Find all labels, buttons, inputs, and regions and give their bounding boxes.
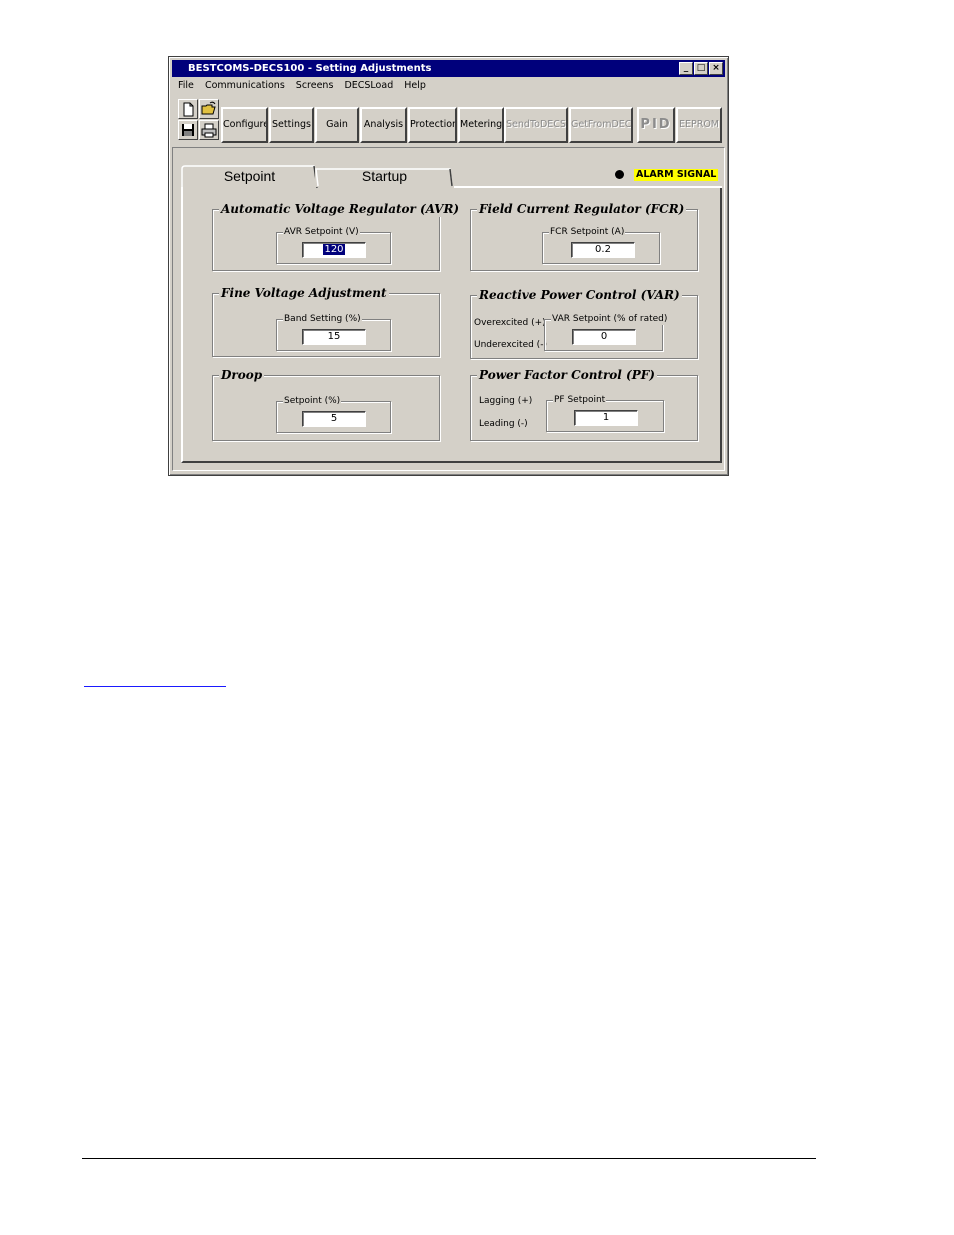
new-file-button[interactable] xyxy=(178,99,198,119)
menu-help[interactable]: Help xyxy=(404,80,426,91)
avr-group: Automatic Voltage Regulator (AVR) AVR Se… xyxy=(212,201,462,271)
menu-communications[interactable]: Communications xyxy=(205,80,285,91)
close-button[interactable]: × xyxy=(709,62,723,75)
setting-adjustments-window: BESTCOMS-DECS100 - Setting Adjustments _… xyxy=(168,56,729,476)
avr-setpoint-label: AVR Setpoint (V) xyxy=(283,226,360,238)
send-to-decs-button[interactable]: SendToDECS xyxy=(504,107,568,143)
pf-setpoint-label: PF Setpoint xyxy=(553,394,607,406)
fcr-setpoint-input[interactable]: 0.2 xyxy=(571,242,635,258)
new-file-icon xyxy=(183,102,194,117)
pf-setpoint-input[interactable]: 1 xyxy=(574,410,638,426)
fcr-group: Field Current Regulator (FCR) FCR Setpoi… xyxy=(470,201,698,271)
hyperlink-underline[interactable] xyxy=(84,686,226,687)
toolbar: Configure Settings Gain Analysis Protect… xyxy=(172,97,725,143)
tab-startup[interactable]: Startup xyxy=(315,167,454,187)
metering-button[interactable]: Metering xyxy=(458,107,504,143)
alarm-signal-label: ALARM SIGNAL xyxy=(634,169,719,181)
avr-group-title: Automatic Voltage Regulator (AVR) xyxy=(219,201,462,217)
var-setpoint-input[interactable]: 0 xyxy=(572,329,636,345)
protection-button[interactable]: Protection xyxy=(408,107,457,143)
window-title: BESTCOMS-DECS100 - Setting Adjustments xyxy=(188,63,432,74)
avr-setpoint-input[interactable]: 120 xyxy=(302,242,366,258)
avr-setpoint-box: AVR Setpoint (V) 120 xyxy=(276,226,391,264)
pf-group: Power Factor Control (PF) Lagging (+) Le… xyxy=(470,367,698,441)
leading-label: Leading (-) xyxy=(479,419,528,429)
droop-setpoint-label: Setpoint (%) xyxy=(283,395,342,407)
tab-startup-label: Startup xyxy=(361,168,408,184)
droop-group-title: Droop xyxy=(219,367,265,383)
droop-setpoint-box: Setpoint (%) 5 xyxy=(276,395,391,433)
save-button[interactable] xyxy=(178,120,198,140)
fcr-group-title: Field Current Regulator (FCR) xyxy=(477,201,687,217)
tab-setpoint[interactable]: Setpoint xyxy=(181,165,318,189)
open-file-button[interactable] xyxy=(199,99,219,119)
overexcited-label: Overexcited (+) xyxy=(474,318,546,328)
fcr-setpoint-label: FCR Setpoint (A) xyxy=(549,226,626,238)
menu-decsload[interactable]: DECSLoad xyxy=(344,80,393,91)
minimize-button[interactable]: _ xyxy=(679,62,693,75)
save-disk-icon xyxy=(182,124,194,136)
tab-setpoint-label: Setpoint xyxy=(223,168,276,184)
band-setting-box: Band Setting (%) 15 xyxy=(276,313,391,351)
var-setpoint-label: VAR Setpoint (% of rated) xyxy=(551,313,669,325)
droop-group: Droop Setpoint (%) 5 xyxy=(212,367,440,441)
var-group: Reactive Power Control (VAR) Overexcited… xyxy=(470,287,698,359)
pid-button[interactable]: PID xyxy=(637,107,675,143)
band-setting-input[interactable]: 15 xyxy=(302,329,366,345)
footer-rule xyxy=(82,1158,816,1159)
pf-setpoint-box: PF Setpoint 1 xyxy=(546,394,664,432)
droop-setpoint-input[interactable]: 5 xyxy=(302,411,366,427)
tab-page-top-edge xyxy=(454,186,722,188)
get-from-decs-button[interactable]: GetFromDECS xyxy=(569,107,633,143)
var-group-title: Reactive Power Control (VAR) xyxy=(477,287,682,303)
open-folder-icon xyxy=(201,101,216,115)
settings-button[interactable]: Settings xyxy=(269,107,314,143)
lagging-label: Lagging (+) xyxy=(479,396,533,406)
menu-file[interactable]: File xyxy=(178,80,194,91)
analysis-button[interactable]: Analysis xyxy=(360,107,407,143)
underexcited-label: Underexcited (-) xyxy=(474,340,547,350)
menu-screens[interactable]: Screens xyxy=(296,80,334,91)
configure-button[interactable]: Configure xyxy=(221,107,268,143)
band-setting-label: Band Setting (%) xyxy=(283,313,362,325)
alarm-indicator-icon xyxy=(615,170,624,179)
pf-group-title: Power Factor Control (PF) xyxy=(477,367,657,383)
maximize-button[interactable]: □ xyxy=(694,62,708,75)
var-setpoint-box: VAR Setpoint (% of rated) 0 xyxy=(544,313,669,351)
gain-button[interactable]: Gain xyxy=(315,107,359,143)
print-icon xyxy=(201,123,217,138)
fcr-setpoint-box: FCR Setpoint (A) 0.2 xyxy=(542,226,660,264)
print-button[interactable] xyxy=(199,120,219,140)
menu-bar: File Communications Screens DECSLoad Hel… xyxy=(172,77,725,94)
fine-voltage-group-title: Fine Voltage Adjustment xyxy=(219,285,389,301)
eeprom-button[interactable]: EEPROM xyxy=(676,107,722,143)
title-bar[interactable]: BESTCOMS-DECS100 - Setting Adjustments _… xyxy=(172,60,725,77)
avr-setpoint-value: 120 xyxy=(323,244,345,255)
fine-voltage-group: Fine Voltage Adjustment Band Setting (%)… xyxy=(212,285,440,357)
